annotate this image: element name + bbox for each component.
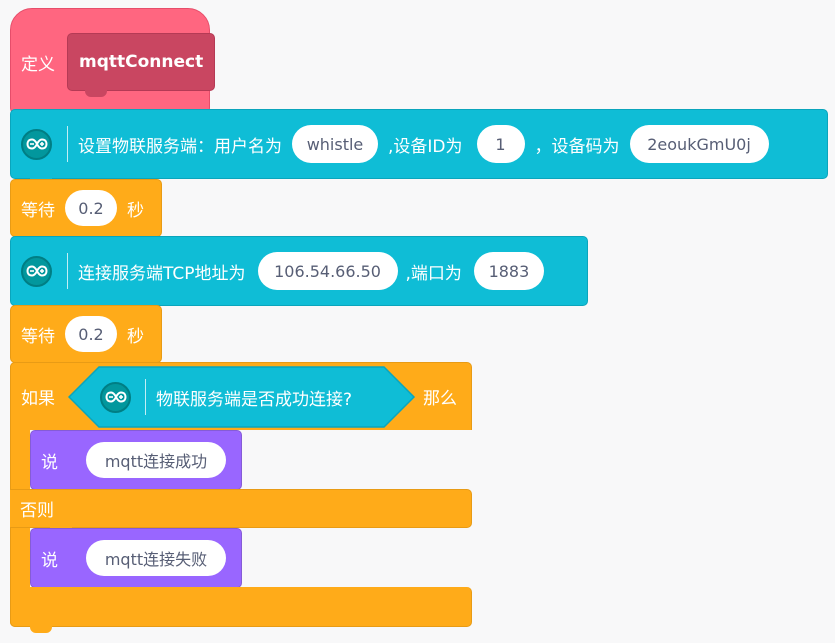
then-label: 那么: [423, 389, 457, 409]
say-label: 说: [41, 550, 58, 571]
define-keyword: 定义: [21, 54, 55, 75]
tcp-address-input[interactable]: 106.54.66.50: [257, 252, 398, 290]
iot-server-label: 设置物联服务端：用户名为: [78, 136, 282, 157]
device-code-input[interactable]: 2eoukGmU0j: [629, 125, 769, 163]
port-input[interactable]: 1883: [473, 252, 544, 290]
wait-unit-label: 秒: [127, 200, 144, 221]
say-label: 说: [41, 452, 58, 473]
wait-block-2[interactable]: 等待 0.2 秒: [10, 305, 162, 363]
iot-server-block[interactable]: 设置物联服务端：用户名为 whistle ,设备ID为 1 ，设备码为 2eou…: [10, 109, 828, 179]
wait-label: 等待: [21, 326, 55, 347]
block-separator: [145, 379, 146, 415]
device-id-label: ,设备ID为: [388, 136, 463, 157]
port-label: ,端口为: [405, 263, 462, 284]
device-id-input[interactable]: 1: [476, 125, 525, 163]
infinity-icon: [100, 381, 131, 413]
infinity-icon: [21, 255, 52, 287]
wait-block-1[interactable]: 等待 0.2 秒: [10, 179, 162, 237]
if-label: 如果: [21, 389, 55, 409]
tcp-address-label: 连接服务端TCP地址为: [78, 263, 246, 284]
if-else-footer[interactable]: [10, 587, 472, 627]
else-bar[interactable]: 否则: [10, 489, 472, 528]
define-name-label: mqttConnect: [79, 52, 204, 72]
infinity-icon: [21, 128, 52, 160]
tcp-connect-block[interactable]: 连接服务端TCP地址为 106.54.66.50 ,端口为 1883: [10, 236, 588, 306]
wait-seconds-input[interactable]: 0.2: [65, 190, 117, 226]
wait-unit-label: 秒: [127, 326, 144, 347]
wait-label: 等待: [21, 200, 55, 221]
say-block-2[interactable]: 说 mqtt连接失败: [30, 528, 242, 588]
define-block[interactable]: 定义 mqttConnect: [10, 8, 216, 114]
condition-label: 物联服务端是否成功连接?: [156, 389, 353, 410]
block-notch: [30, 626, 52, 633]
say-block-1[interactable]: 说 mqtt连接成功: [30, 430, 242, 490]
say-text-input[interactable]: mqtt连接成功: [86, 442, 226, 478]
define-name-block[interactable]: mqttConnect: [67, 33, 216, 91]
username-input[interactable]: whistle: [292, 125, 378, 163]
define-name-notch: [85, 90, 107, 97]
device-code-label: ，设备码为: [534, 136, 620, 157]
wait-seconds-input[interactable]: 0.2: [65, 316, 117, 352]
block-separator: [67, 126, 68, 162]
say-text-input[interactable]: mqtt连接失败: [86, 540, 226, 576]
else-label: 否则: [20, 501, 54, 521]
block-separator: [67, 253, 68, 289]
